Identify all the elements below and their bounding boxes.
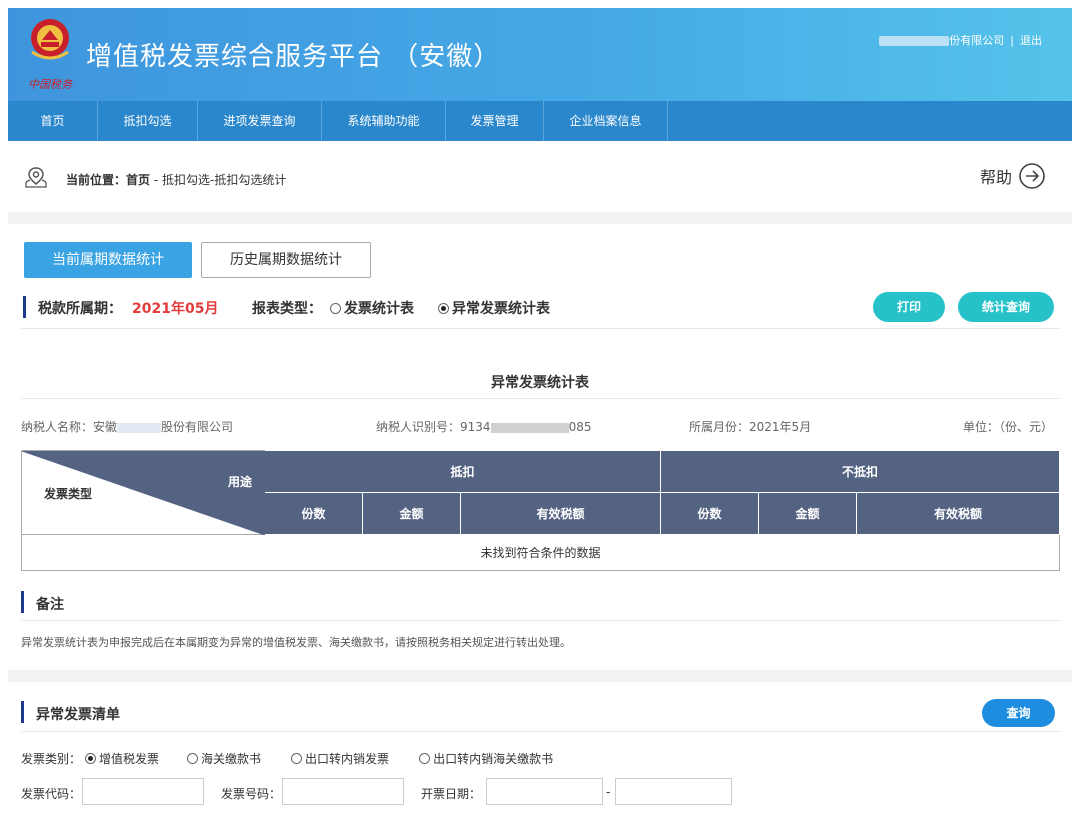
divider xyxy=(21,398,1060,399)
belong-month: 所属月份：2021年5月 xyxy=(689,418,811,435)
breadcrumb-home[interactable]: 首页 xyxy=(126,173,150,187)
section-marker xyxy=(21,701,24,723)
section-marker xyxy=(23,296,26,318)
taxpayer-name-label: 纳税人名称： xyxy=(21,420,94,434)
table-corner-header: 用途 发票类型 xyxy=(21,450,265,535)
taxpayer-name-suffix: 股份有限公司 xyxy=(161,420,234,434)
section-divider xyxy=(8,212,1072,224)
taxpayer-id-suffix: 085 xyxy=(568,420,592,434)
col-header-tax: 有效税额 xyxy=(460,492,661,535)
breadcrumb-path: - 抵扣勾选-抵扣勾选统计 xyxy=(150,173,287,187)
svg-text:中国税务: 中国税务 xyxy=(28,78,73,91)
breadcrumb-text: 当前位置：首页 - 抵扣勾选-抵扣勾选统计 xyxy=(66,171,286,188)
main-nav: 首页 抵扣勾选 进项发票查询 系统辅助功能 发票管理 企业档案信息 xyxy=(8,101,1072,141)
remark-title: 备注 xyxy=(36,597,64,613)
nav-item-home[interactable]: 首页 xyxy=(8,101,98,141)
radio-vat-invoice[interactable] xyxy=(85,753,97,764)
section-marker xyxy=(21,591,24,613)
help-link[interactable]: 帮助 xyxy=(980,162,1046,190)
tax-period: 税款所属期： 2021年05月 xyxy=(38,298,218,318)
breadcrumb-prefix: 当前位置： xyxy=(66,173,127,187)
invoice-number-input[interactable] xyxy=(282,778,404,805)
radio-export-domestic-customs-label[interactable]: 出口转内销海关缴款书 xyxy=(433,750,553,767)
report-type-selector: 报表类型： 发票统计表 异常发票统计表 xyxy=(252,298,550,318)
tax-period-value: 2021年05月 xyxy=(132,301,219,317)
tab-history-period[interactable]: 历史属期数据统计 xyxy=(201,242,371,278)
group-header-deduct: 抵扣 xyxy=(264,450,661,493)
radio-invoice-stat[interactable] xyxy=(330,302,341,314)
col-header-amount: 金额 xyxy=(362,492,461,535)
invoice-category-label: 发票类别： xyxy=(21,752,82,766)
col-header-tax: 有效税额 xyxy=(856,492,1060,535)
help-label: 帮助 xyxy=(979,168,1012,187)
header-separator: | xyxy=(1010,34,1014,47)
nav-item-deduct-select[interactable]: 抵扣勾选 xyxy=(98,101,198,141)
taxpayer-name-prefix: 安徽 xyxy=(93,420,118,434)
radio-abnormal-stat-label[interactable]: 异常发票统计表 xyxy=(452,298,550,318)
tab-current-period[interactable]: 当前属期数据统计 xyxy=(24,242,192,278)
masked-text xyxy=(117,422,162,433)
divider xyxy=(21,731,1060,732)
query-button[interactable]: 查询 xyxy=(982,699,1055,727)
radio-customs-bill[interactable] xyxy=(187,753,199,764)
invoice-code-input[interactable] xyxy=(82,778,204,805)
invoice-code-label: 发票代码： xyxy=(21,787,82,801)
taxpayer-name: 纳税人名称：安徽 股份有限公司 xyxy=(21,418,233,435)
report-type-label: 报表类型： xyxy=(252,301,322,317)
date-range-separator: - xyxy=(606,785,611,799)
unit-label: 单位：（份、元） xyxy=(962,420,1053,434)
col-header-count: 份数 xyxy=(264,492,363,535)
stat-query-button[interactable]: 统计查询 xyxy=(958,292,1054,322)
nav-item-enterprise-info[interactable]: 企业档案信息 xyxy=(544,101,668,141)
divider xyxy=(21,328,1060,329)
abnormal-invoice-stat-table: 用途 发票类型 抵扣 不抵扣 份数 金额 有效税额 份数 金额 有效税额 未找到… xyxy=(21,450,1060,571)
corner-use-label: 用途 xyxy=(227,475,252,489)
tax-period-label: 税款所属期： xyxy=(38,301,122,317)
masked-text xyxy=(490,422,569,433)
radio-export-domestic-invoice-label[interactable]: 出口转内销发票 xyxy=(305,750,389,767)
corner-type-label: 发票类型 xyxy=(44,487,93,501)
report-title: 异常发票统计表 xyxy=(491,375,589,391)
location-icon xyxy=(25,167,47,188)
abnormal-list-title: 异常发票清单 xyxy=(36,707,120,723)
section-divider xyxy=(8,670,1072,682)
invoice-category-filter: 发票类别： 增值税发票 海关缴款书 出口转内销发票 出口转内销海关缴款书 xyxy=(21,750,553,767)
masked-company-name xyxy=(879,36,950,46)
remark-text: 异常发票统计表为申报完成后在本属期变为异常的增值税发票、海关缴款书，请按照税务相… xyxy=(21,636,571,649)
site-title: 增值税发票综合服务平台 （安徽） xyxy=(86,42,501,72)
radio-export-domestic-customs[interactable] xyxy=(419,753,431,764)
radio-export-domestic-invoice[interactable] xyxy=(291,753,303,764)
arrow-right-circle-icon xyxy=(1019,163,1045,189)
radio-abnormal-stat[interactable] xyxy=(438,302,449,314)
app-header: 中国税务 增值税发票综合服务平台 （安徽） 份有限公司 | 退出 xyxy=(8,8,1072,101)
table-empty-message: 未找到符合条件的数据 xyxy=(21,534,1060,571)
radio-vat-invoice-label[interactable]: 增值税发票 xyxy=(99,750,159,767)
col-header-count: 份数 xyxy=(660,492,759,535)
nav-item-invoice-mgmt[interactable]: 发票管理 xyxy=(446,101,544,141)
print-button[interactable]: 打印 xyxy=(873,292,945,322)
invoice-number-label: 发票号码： xyxy=(221,787,282,801)
tax-emblem-logo: 中国税务 xyxy=(28,19,73,91)
nav-item-system-aux[interactable]: 系统辅助功能 xyxy=(322,101,446,141)
taxpayer-id: 纳税人识别号：9134 085 xyxy=(376,418,591,435)
issue-date-end-input[interactable] xyxy=(615,778,732,805)
belong-month-value: 2021年5月 xyxy=(749,420,812,434)
taxpayer-id-prefix: 9134 xyxy=(460,420,491,434)
group-header-nodeduct: 不抵扣 xyxy=(660,450,1060,493)
radio-customs-bill-label[interactable]: 海关缴款书 xyxy=(201,750,261,767)
divider xyxy=(21,620,1060,621)
issue-date-label: 开票日期： xyxy=(421,787,482,801)
issue-date-start-input[interactable] xyxy=(486,778,603,805)
taxpayer-id-label: 纳税人识别号： xyxy=(376,420,461,434)
logout-link[interactable]: 退出 xyxy=(1020,34,1042,47)
belong-month-label: 所属月份： xyxy=(689,420,750,434)
nav-item-input-invoice-query[interactable]: 进项发票查询 xyxy=(198,101,322,141)
company-name: 份有限公司 xyxy=(949,34,1005,47)
user-area: 份有限公司 | 退出 xyxy=(879,32,1042,48)
breadcrumb: 当前位置：首页 - 抵扣勾选-抵扣勾选统计 帮助 xyxy=(8,150,1072,210)
col-header-amount: 金额 xyxy=(758,492,857,535)
radio-invoice-stat-label[interactable]: 发票统计表 xyxy=(344,298,414,318)
